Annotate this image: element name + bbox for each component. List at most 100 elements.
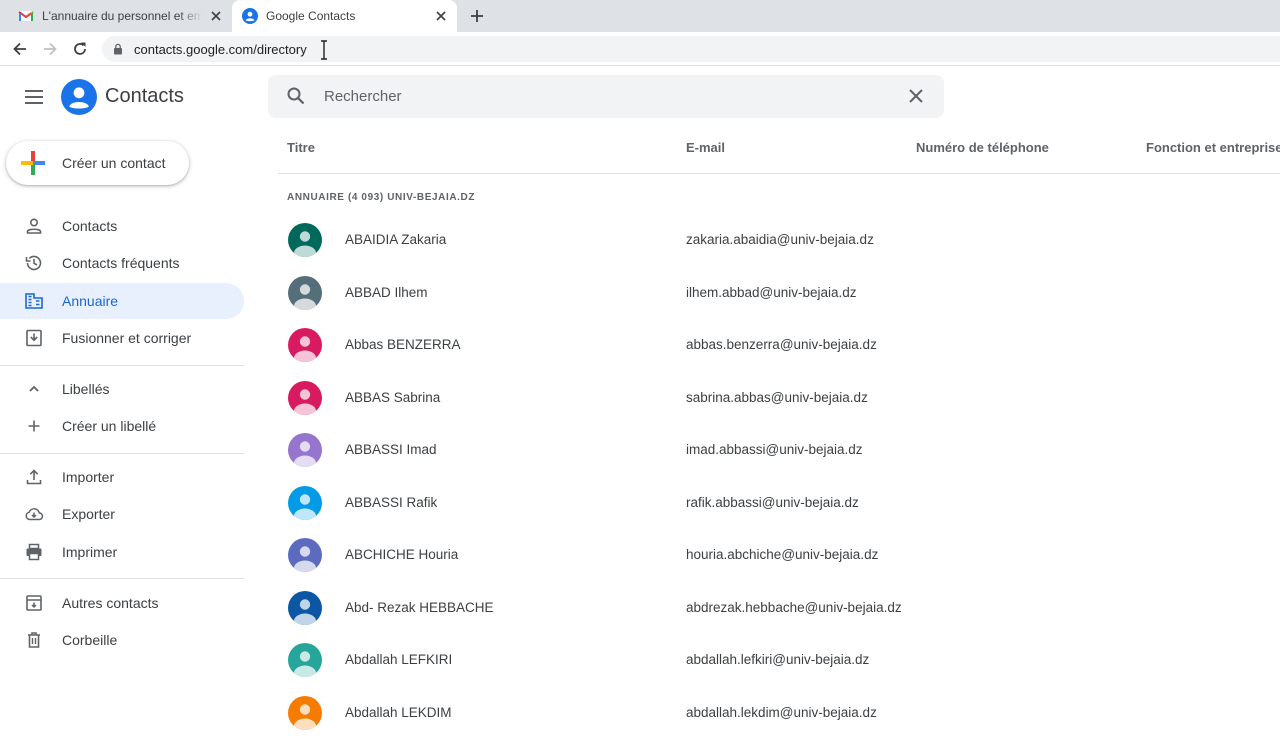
contact-email: abdallah.lefkiri@univ-bejaia.dz <box>686 652 870 667</box>
sidebar-item-contacts[interactable]: Contacts <box>0 208 244 244</box>
contact-email: houria.abchiche@univ-bejaia.dz <box>686 547 879 562</box>
contact-email: imad.abbassi@univ-bejaia.dz <box>686 442 863 457</box>
contact-row[interactable]: ABBAS Sabrina sabrina.abbas@univ-bejaia.… <box>278 372 1280 424</box>
forward-arrow-icon[interactable] <box>40 39 60 59</box>
browser-tab-gmail[interactable]: L'annuaire du personnel et email <box>10 0 232 32</box>
gmail-icon <box>18 11 34 21</box>
header-divider <box>278 173 1280 174</box>
plus-icon <box>28 420 40 432</box>
sidebar-item-create-label[interactable]: Créer un libellé <box>0 408 244 444</box>
sidebar-item-trash[interactable]: Corbeille <box>0 622 244 658</box>
sidebar-item-other-contacts[interactable]: Autres contacts <box>0 585 244 621</box>
app-title: Contacts <box>105 85 184 107</box>
sidebar-item-merge[interactable]: Fusionner et corriger <box>0 320 244 356</box>
browser-tab-title: Google Contacts <box>266 9 356 23</box>
address-bar[interactable]: contacts.google.com/directory <box>102 36 1280 62</box>
search-icon[interactable] <box>286 86 306 106</box>
sidebar-item-labels[interactable]: Libellés <box>0 371 244 407</box>
sidebar-item-label: Libellés <box>62 381 110 397</box>
create-contact-label: Créer un contact <box>62 155 166 171</box>
clear-search-icon[interactable] <box>906 86 926 106</box>
column-header-phone[interactable]: Numéro de téléphone <box>916 140 1049 155</box>
avatar <box>288 275 322 310</box>
sidebar-item-label: Créer un libellé <box>62 418 157 434</box>
default-avatar-icon <box>288 485 322 520</box>
sidebar-item-label: Autres contacts <box>62 595 159 611</box>
contact-row[interactable]: Abdallah LEKDIM abdallah.lekdim@univ-bej… <box>278 687 1280 739</box>
sidebar-item-print[interactable]: Imprimer <box>0 534 244 570</box>
contact-row[interactable]: ABCHICHE Houria houria.abchiche@univ-bej… <box>278 529 1280 581</box>
contact-row[interactable]: Abdallah LEFKIRI abdallah.lefkiri@univ-b… <box>278 634 1280 686</box>
contact-email: ilhem.abbad@univ-bejaia.dz <box>686 284 857 300</box>
sidebar-item-label: Annuaire <box>62 293 119 309</box>
contact-name: Abdallah LEKDIM <box>345 704 452 720</box>
contact-name: ABBASSI Rafik <box>345 494 438 510</box>
print-icon <box>26 543 42 561</box>
search-bar <box>268 75 944 118</box>
contact-name: ABBASSI Imad <box>345 442 437 457</box>
contact-name: ABBAS Sabrina <box>345 389 441 405</box>
avatar <box>288 380 322 415</box>
default-avatar-icon <box>288 538 322 572</box>
avatar <box>288 433 322 467</box>
column-header-job[interactable]: Fonction et entreprise <box>1146 140 1280 155</box>
default-avatar-icon <box>288 433 322 467</box>
address-bar-url: contacts.google.com/directory <box>134 41 307 57</box>
new-tab-icon[interactable] <box>468 7 486 25</box>
column-header-title[interactable]: Titre <box>287 140 315 155</box>
cloud-download-icon <box>25 508 44 521</box>
default-avatar-icon <box>288 643 322 677</box>
sidebar-item-label: Corbeille <box>62 632 118 648</box>
contact-row[interactable]: ABBASSI Rafik rafik.abbassi@univ-bejaia.… <box>278 477 1280 529</box>
domain-icon <box>25 293 43 309</box>
browser-toolbar: contacts.google.com/directory <box>0 32 1280 66</box>
contact-row[interactable]: ABBAD Ilhem ilhem.abbad@univ-bejaia.dz <box>278 267 1280 319</box>
default-avatar-icon <box>288 223 322 257</box>
close-tab-icon[interactable] <box>433 8 449 24</box>
history-icon <box>25 255 42 271</box>
contact-name: Abbas BENZERRA <box>345 337 461 352</box>
browser-tab-bar: L'annuaire du personnel et email Google … <box>0 0 1280 32</box>
reload-icon[interactable] <box>70 39 90 59</box>
search-input[interactable] <box>324 75 884 118</box>
back-arrow-icon[interactable] <box>10 39 30 59</box>
contact-name: Abd- Rezak HEBBACHE <box>345 599 494 615</box>
text-cursor-icon <box>321 40 327 60</box>
person-icon <box>26 218 42 234</box>
contact-email: rafik.abbassi@univ-bejaia.dz <box>686 494 859 510</box>
create-contact-button[interactable]: Créer un contact <box>6 141 189 185</box>
sidebar-divider <box>0 578 244 579</box>
default-avatar-icon <box>288 328 322 362</box>
merge-icon <box>26 329 42 347</box>
close-tab-icon[interactable] <box>208 8 224 24</box>
main-menu-icon[interactable] <box>22 85 46 109</box>
contact-row[interactable]: ABBASSI Imad imad.abbassi@univ-bejaia.dz <box>278 424 1280 476</box>
sidebar-item-label: Contacts <box>62 218 118 234</box>
google-plus-icon <box>21 151 45 175</box>
contact-name: ABAIDIA Zakaria <box>345 232 447 247</box>
sidebar-item-frequent[interactable]: Contacts fréquents <box>0 245 244 281</box>
browser-tab-title: L'annuaire du personnel et email <box>42 9 202 23</box>
contact-row[interactable]: Abbas BENZERRA abbas.benzerra@univ-bejai… <box>278 319 1280 371</box>
avatar <box>288 643 322 677</box>
sidebar-item-export[interactable]: Exporter <box>0 496 244 532</box>
upload-icon <box>26 469 42 485</box>
sidebar-item-import[interactable]: Importer <box>0 459 244 495</box>
default-avatar-icon <box>288 695 322 730</box>
contact-row[interactable]: Abd- Rezak HEBBACHE abdrezak.hebbache@un… <box>278 582 1280 634</box>
directory-section-label: ANNUAIRE (4 093) UNIV-BEJAIA.DZ <box>287 192 476 203</box>
sidebar-item-label: Contacts fréquents <box>62 255 180 271</box>
lock-icon <box>114 43 122 55</box>
contact-row[interactable]: ABAIDIA Zakaria zakaria.abaidia@univ-bej… <box>278 214 1280 266</box>
default-avatar-icon <box>288 590 322 625</box>
avatar <box>288 695 322 730</box>
sidebar-item-directory[interactable]: Annuaire <box>0 283 244 319</box>
avatar <box>288 223 322 257</box>
avatar <box>288 538 322 572</box>
contact-email: abdallah.lekdim@univ-bejaia.dz <box>686 704 877 720</box>
contact-email: abbas.benzerra@univ-bejaia.dz <box>686 337 877 352</box>
sidebar-divider <box>0 453 244 454</box>
browser-tab-contacts[interactable]: Google Contacts <box>232 0 457 32</box>
column-header-email[interactable]: E-mail <box>686 140 725 155</box>
contacts-logo-icon <box>61 79 97 115</box>
